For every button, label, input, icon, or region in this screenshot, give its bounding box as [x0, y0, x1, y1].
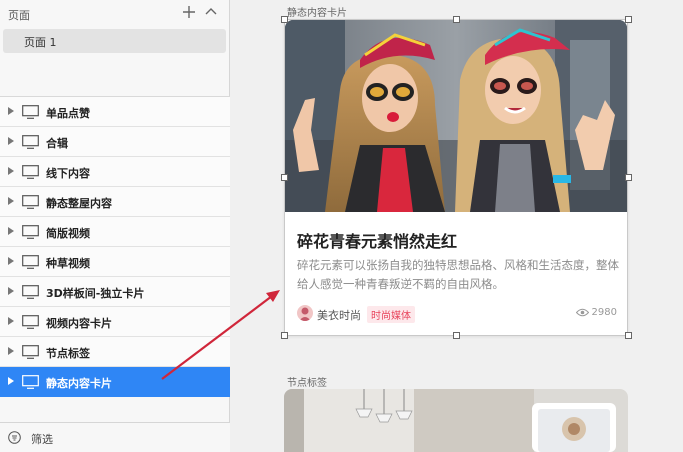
annotation-arrow	[161, 290, 280, 380]
